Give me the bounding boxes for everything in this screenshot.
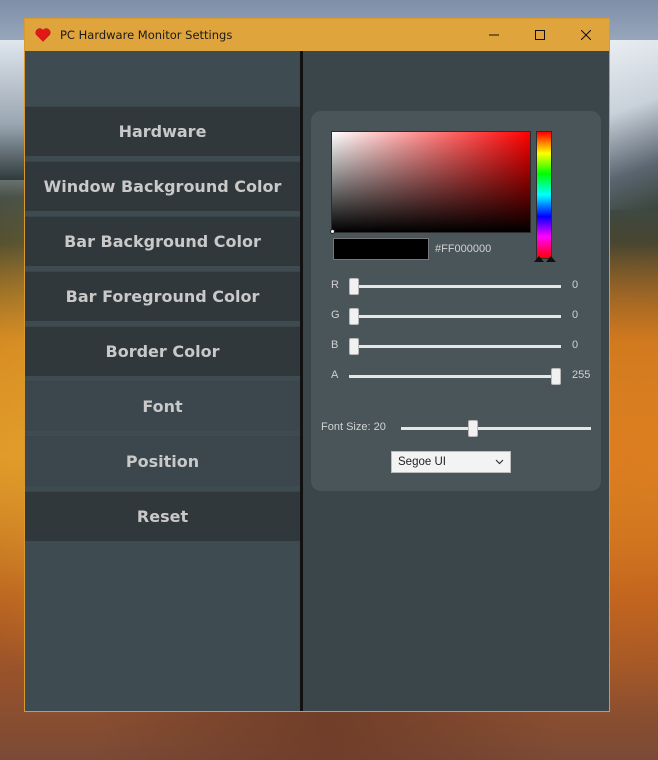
slider-r-label: R [331,279,339,291]
slider-a-thumb[interactable] [551,368,561,385]
heart-icon [32,24,54,46]
sidebar-item-bar-foreground-color[interactable]: Bar Foreground Color [25,271,300,321]
hex-value: #FF000000 [435,243,492,255]
slider-r-track[interactable] [349,278,561,295]
sidebar-menu: Hardware Window Background Color Bar Bac… [25,106,300,546]
font-family-value: Segoe UI [398,456,446,468]
hue-marker-right[interactable] [546,256,556,262]
slider-g-track[interactable] [349,308,561,325]
sidebar-item-bar-background-color[interactable]: Bar Background Color [25,216,300,266]
slider-g-value: 0 [572,309,579,321]
sidebar-item-border-color[interactable]: Border Color [25,326,300,376]
maximize-button[interactable] [517,19,563,51]
slider-b-thumb[interactable] [349,338,359,355]
slider-g: G 0 [311,306,601,326]
font-size-row: Font Size: 20 [311,417,601,437]
color-field-cursor[interactable] [330,229,335,234]
chevron-down-icon [495,459,504,465]
slider-b-track[interactable] [349,338,561,355]
font-size-thumb[interactable] [468,420,478,437]
title-bar[interactable]: PC Hardware Monitor Settings [25,19,609,51]
slider-a: A 255 [311,366,601,386]
slider-r-value: 0 [572,279,579,291]
window-title: PC Hardware Monitor Settings [60,28,233,42]
hue-slider[interactable] [534,131,556,262]
minimize-icon [489,34,499,36]
font-size-track[interactable] [401,420,591,437]
close-icon [581,30,591,40]
slider-a-value: 255 [572,369,591,381]
slider-b-value: 0 [572,339,579,351]
font-family-select[interactable]: Segoe UI [391,451,511,473]
sidebar-item-reset[interactable]: Reset [25,491,300,541]
slider-r: R 0 [311,276,601,296]
close-button[interactable] [563,19,609,51]
slider-r-thumb[interactable] [349,278,359,295]
slider-b: B 0 [311,336,601,356]
minimize-button[interactable] [471,19,517,51]
window-client-area: Hardware Window Background Color Bar Bac… [25,51,609,711]
font-size-label: Font Size: 20 [321,421,386,433]
hue-marker-left[interactable] [534,256,544,262]
maximize-icon [535,30,545,40]
sidebar-item-hardware[interactable]: Hardware [25,106,300,156]
saturation-value-field[interactable] [330,131,531,234]
color-preview-swatch [333,238,429,260]
wallpaper-mountain-left [0,40,26,180]
sidebar-item-position[interactable]: Position [25,436,300,486]
font-settings-panel: #FF000000 R 0 G 0 B 0 A 255 Font Size: 2… [311,111,601,491]
sidebar-item-window-background-color[interactable]: Window Background Color [25,161,300,211]
slider-g-thumb[interactable] [349,308,359,325]
settings-window: PC Hardware Monitor Settings Hardware Wi… [24,18,610,712]
main-content: #FF000000 R 0 G 0 B 0 A 255 Font Size: 2… [303,51,609,711]
slider-b-label: B [331,339,339,351]
slider-a-label: A [331,369,339,381]
slider-a-track[interactable] [349,368,561,385]
sidebar: Hardware Window Background Color Bar Bac… [25,51,300,711]
wallpaper-mountain-right [608,40,658,210]
sidebar-item-font[interactable]: Font [25,381,300,431]
slider-g-label: G [331,309,340,321]
